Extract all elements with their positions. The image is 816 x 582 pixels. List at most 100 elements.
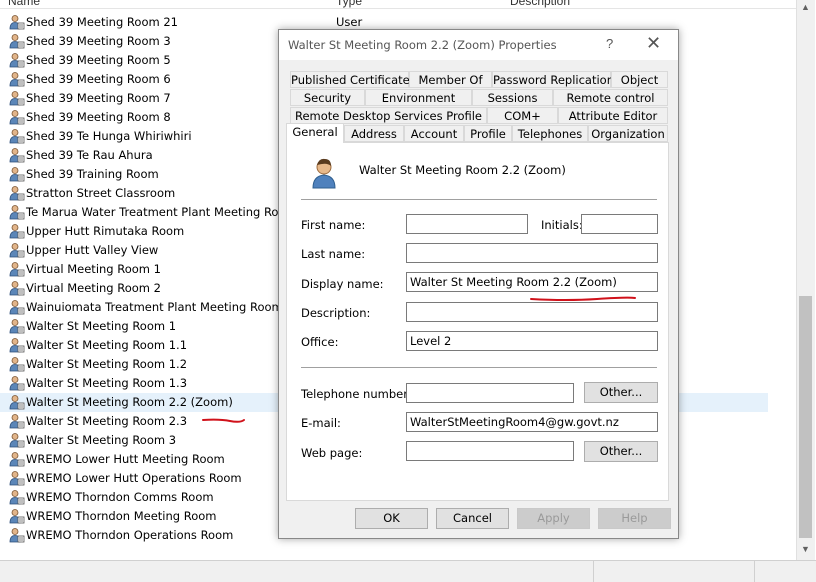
room-mailbox-icon <box>9 71 25 87</box>
tab-member-of[interactable]: Member Of <box>409 71 492 88</box>
list-item-name: Shed 39 Meeting Room 5 <box>26 53 171 67</box>
tab-general[interactable]: General <box>286 123 344 143</box>
list-item-name: Virtual Meeting Room 2 <box>26 281 161 295</box>
general-tab-panel: Walter St Meeting Room 2.2 (Zoom) First … <box>286 142 669 501</box>
tab-com-plus[interactable]: COM+ <box>487 107 558 124</box>
list-item-name: Shed 39 Te Rau Ahura <box>26 148 153 162</box>
room-mailbox-icon <box>9 470 25 486</box>
user-icon <box>312 158 336 189</box>
tab-account[interactable]: Account <box>404 125 464 142</box>
list-item-name: Virtual Meeting Room 1 <box>26 262 161 276</box>
help-icon[interactable]: ? <box>606 36 613 51</box>
description-label: Description: <box>301 306 371 320</box>
telephone-other-button[interactable]: Other... <box>584 382 658 403</box>
description-field[interactable] <box>406 302 658 322</box>
first-name-label: First name: <box>301 218 366 232</box>
telephone-field[interactable] <box>406 383 574 403</box>
ok-button[interactable]: OK <box>355 508 428 529</box>
tab-telephones[interactable]: Telephones <box>512 125 588 142</box>
scroll-down-icon[interactable]: ▼ <box>801 544 810 554</box>
scroll-up-icon[interactable]: ▲ <box>801 2 810 12</box>
scrollbar-thumb[interactable] <box>799 296 812 538</box>
tab-published-certificates[interactable]: Published Certificates <box>290 71 416 88</box>
display-name-field[interactable]: Walter St Meeting Room 2.2 (Zoom) <box>406 272 658 292</box>
tab-address[interactable]: Address <box>344 125 404 142</box>
web-page-label: Web page: <box>301 446 363 460</box>
user-display-header: Walter St Meeting Room 2.2 (Zoom) <box>359 163 566 177</box>
room-mailbox-icon <box>9 299 25 315</box>
room-mailbox-icon <box>9 489 25 505</box>
tab-environment[interactable]: Environment <box>365 89 472 106</box>
room-mailbox-icon <box>9 508 25 524</box>
list-item-name: Walter St Meeting Room 1.2 <box>26 357 188 371</box>
room-mailbox-icon <box>9 375 25 391</box>
column-header-name[interactable]: Name <box>8 0 40 8</box>
room-mailbox-icon <box>9 527 25 543</box>
room-mailbox-icon <box>9 413 25 429</box>
tab-security[interactable]: Security <box>290 89 365 106</box>
list-item-name: WREMO Thorndon Comms Room <box>26 490 214 504</box>
list-item-name: Upper Hutt Rimutaka Room <box>26 224 185 238</box>
email-field[interactable]: WalterStMeetingRoom4@gw.govt.nz <box>406 412 658 432</box>
room-mailbox-icon <box>9 318 25 334</box>
close-icon[interactable]: ✕ <box>646 33 661 54</box>
column-header-bar: Name Type Description <box>0 0 800 9</box>
tab-sessions[interactable]: Sessions <box>472 89 553 106</box>
room-mailbox-icon <box>9 394 25 410</box>
divider <box>301 199 657 200</box>
room-mailbox-icon <box>9 185 25 201</box>
help-button[interactable]: Help <box>598 508 671 529</box>
list-item-name: Wainuiomata Treatment Plant Meeting Room <box>26 300 283 314</box>
dialog-titlebar[interactable]: Walter St Meeting Room 2.2 (Zoom) Proper… <box>279 30 678 60</box>
tab-organization[interactable]: Organization <box>588 125 668 142</box>
tab-password-replication[interactable]: Password Replication <box>492 71 614 88</box>
list-item-name: Shed 39 Meeting Room 7 <box>26 91 171 105</box>
office-field[interactable]: Level 2 <box>406 331 658 351</box>
list-item-name: WREMO Lower Hutt Meeting Room <box>26 452 225 466</box>
room-mailbox-icon <box>9 280 25 296</box>
list-item-name: Te Marua Water Treatment Plant Meeting R… <box>26 205 297 219</box>
last-name-field[interactable] <box>406 243 658 263</box>
tab-object[interactable]: Object <box>611 71 668 88</box>
room-mailbox-icon <box>9 147 25 163</box>
room-mailbox-icon <box>9 128 25 144</box>
list-item-name: WREMO Thorndon Operations Room <box>26 528 234 542</box>
tab-attribute-editor[interactable]: Attribute Editor <box>558 107 668 124</box>
vertical-scrollbar[interactable]: ▲ ▼ <box>796 0 815 560</box>
list-item-name: Shed 39 Training Room <box>26 167 159 181</box>
room-mailbox-icon <box>9 90 25 106</box>
list-item-name: Walter St Meeting Room 2.3 <box>26 414 188 428</box>
room-mailbox-icon <box>9 451 25 467</box>
display-name-label: Display name: <box>301 277 384 291</box>
tab-remote-control[interactable]: Remote control <box>553 89 668 106</box>
cancel-button[interactable]: Cancel <box>436 508 509 529</box>
first-name-field[interactable] <box>406 214 528 234</box>
initials-label: Initials: <box>541 218 583 232</box>
dialog-title: Walter St Meeting Room 2.2 (Zoom) Proper… <box>288 38 557 52</box>
room-mailbox-icon <box>9 261 25 277</box>
list-item-name: Stratton Street Classroom <box>26 186 176 200</box>
room-mailbox-icon <box>9 242 25 258</box>
list-item-name: Walter St Meeting Room 3 <box>26 433 177 447</box>
telephone-label: Telephone number: <box>301 387 412 401</box>
tab-remote-desktop-services-profile[interactable]: Remote Desktop Services Profile <box>290 107 487 124</box>
room-mailbox-icon <box>9 166 25 182</box>
room-mailbox-icon <box>9 223 25 239</box>
column-header-description[interactable]: Description <box>510 0 570 8</box>
initials-field[interactable] <box>581 214 658 234</box>
tab-profile[interactable]: Profile <box>464 125 512 142</box>
status-bar <box>0 560 816 582</box>
web-page-other-button[interactable]: Other... <box>584 441 658 462</box>
web-page-field[interactable] <box>406 441 574 461</box>
room-mailbox-icon <box>9 356 25 372</box>
last-name-label: Last name: <box>301 247 366 261</box>
room-mailbox-icon <box>9 109 25 125</box>
apply-button[interactable]: Apply <box>517 508 590 529</box>
status-bar-divider <box>593 561 594 582</box>
list-item-name: WREMO Lower Hutt Operations Room <box>26 471 242 485</box>
column-header-type[interactable]: Type <box>336 0 362 8</box>
status-bar-divider <box>754 561 755 582</box>
list-item-name: Shed 39 Meeting Room 6 <box>26 72 171 86</box>
properties-dialog: Walter St Meeting Room 2.2 (Zoom) Proper… <box>278 29 679 539</box>
room-mailbox-icon <box>9 14 25 30</box>
